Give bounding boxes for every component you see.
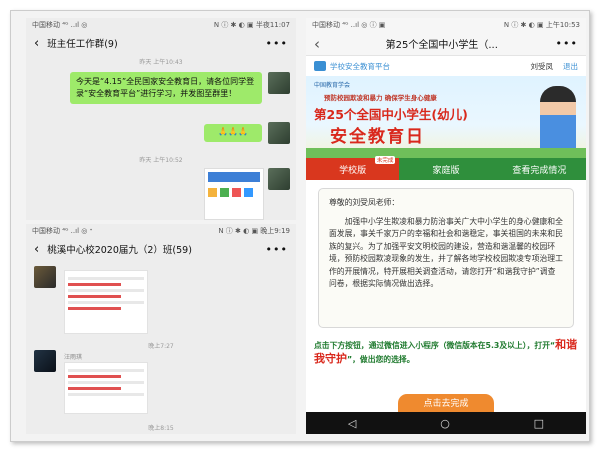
android-nav-bar: ◁ ○ □ xyxy=(306,412,586,434)
tab-completion[interactable]: 查看完成情况 xyxy=(492,158,586,180)
back-icon[interactable]: ‹ xyxy=(314,35,320,53)
homework-image[interactable] xyxy=(64,270,148,334)
banner-title-2: 安全教育日 xyxy=(330,127,425,147)
more-icon[interactable]: ••• xyxy=(556,37,578,50)
status-right: N ⓘ ✱ ◐ ▣ 上午10:53 xyxy=(503,21,580,29)
page-header: ‹ 第25个全国中小学生（... ••• xyxy=(306,32,586,56)
chat-panel-teachers: 中国移动 ⁴ᴳ ..ıl ◎ N ⓘ ✱ ◐ ▣ 半夜11:07 ‹ 班主任工作… xyxy=(26,18,296,220)
tab-school[interactable]: 学校版 未完成 xyxy=(306,156,400,180)
banner-title: 第25个全国中小学生(幼儿) xyxy=(314,107,468,122)
status-right: N ⓘ ✱ ◐ ▣ 晚上9:19 xyxy=(218,227,290,235)
banner-ground xyxy=(306,148,586,158)
avatar[interactable] xyxy=(34,350,56,372)
chat-header: ‹ 桃溪中心校2020届九（2）班(59) ••• xyxy=(26,238,296,260)
screenshot-image[interactable] xyxy=(204,168,264,220)
banner: 中国教育学会 预防校园欺凌和暴力 确保学生身心健康 第25个全国中小学生(幼儿)… xyxy=(306,76,586,158)
image-banner xyxy=(208,172,260,182)
avatar[interactable] xyxy=(34,266,56,288)
more-icon[interactable]: ••• xyxy=(266,243,288,256)
more-icon[interactable]: ••• xyxy=(266,37,288,50)
chat-title: 班主任工作群(9) xyxy=(47,39,118,50)
sender-name: 汪雨琪 xyxy=(64,354,83,361)
letter-body: 加强中小学生欺凌和暴力防治事关广大中小学生的身心健康和全面发展，事关千家万户的幸… xyxy=(329,216,563,289)
message-time: 昨天 上午10:43 xyxy=(139,59,183,66)
home-nav-icon[interactable]: ○ xyxy=(440,417,450,430)
chat-message[interactable]: 今天是“4.15”全民国家安全教育日，请各位同学登录“安全教育平台”进行学习，并… xyxy=(70,72,262,104)
platform-bar: 学校安全教育平台 刘受凤 退出 xyxy=(306,56,586,76)
image-icons xyxy=(205,185,263,200)
logout-link[interactable]: 退出 xyxy=(563,61,578,72)
incomplete-badge: 未完成 xyxy=(374,156,396,164)
message-time: 晚上7:27 xyxy=(148,343,174,350)
status-bar: 中国移动 ⁴ᴳ ..ıl ◎ ⓘ ▣ N ⓘ ✱ ◐ ▣ 上午10:53 xyxy=(306,18,586,32)
back-nav-icon[interactable]: ◁ xyxy=(348,417,356,430)
back-icon[interactable]: ‹ xyxy=(34,242,39,257)
recents-nav-icon[interactable]: □ xyxy=(534,417,544,430)
emoji-message[interactable]: 🙏🙏🙏 xyxy=(204,124,262,142)
status-bar: 中国移动 ⁴ᴳ ..ıl ◎ ᐩ N ⓘ ✱ ◐ ▣ 晚上9:19 xyxy=(26,224,296,238)
platform-name: 学校安全教育平台 xyxy=(330,61,390,71)
instruction-text: 点击下方按钮，通过微信进入小程序（微信版本在5.3及以上），打开“和谐我守护”，… xyxy=(314,338,578,366)
avatar[interactable] xyxy=(268,168,290,190)
homework-image[interactable] xyxy=(64,362,148,414)
chat-panel-class: 中国移动 ⁴ᴳ ..ıl ◎ ᐩ N ⓘ ✱ ◐ ▣ 晚上9:19 ‹ 桃溪中心… xyxy=(26,224,296,434)
instruction-suffix: ”，做出您的选择。 xyxy=(347,355,415,364)
message-time: 晚上8:15 xyxy=(148,425,174,432)
carrier-text: 中国移动 ⁴ᴳ ..ıl ◎ ⓘ ▣ xyxy=(312,21,386,29)
platform-logo-icon xyxy=(314,61,326,71)
message-time: 昨天 上午10:52 xyxy=(139,157,183,164)
user-name: 刘受凤 xyxy=(530,61,554,71)
education-page-panel: 中国移动 ⁴ᴳ ..ıl ◎ ⓘ ▣ N ⓘ ✱ ◐ ▣ 上午10:53 ‹ 第… xyxy=(306,18,586,434)
carrier-text: 中国移动 ⁴ᴳ ..ıl ◎ xyxy=(32,21,88,29)
version-tabs: 学校版 未完成 家庭版 查看完成情况 xyxy=(306,156,586,180)
chat-header: ‹ 班主任工作群(9) ••• xyxy=(26,32,296,54)
tab-family[interactable]: 家庭版 xyxy=(399,158,493,180)
complete-button[interactable]: 点击去完成 xyxy=(398,394,494,412)
status-bar: 中国移动 ⁴ᴳ ..ıl ◎ N ⓘ ✱ ◐ ▣ 半夜11:07 xyxy=(26,18,296,32)
page-title: 第25个全国中小学生（... xyxy=(385,40,498,51)
letter-greeting: 尊敬的刘受凤老师： xyxy=(329,198,400,207)
chat-title: 桃溪中心校2020届九（2）班(59) xyxy=(47,245,192,256)
instruction-prefix: 点击下方按钮，通过微信进入小程序（微信版本在5.3及以上），打开“ xyxy=(314,341,556,350)
status-right: N ⓘ ✱ ◐ ▣ 半夜11:07 xyxy=(213,21,290,29)
carrier-text: 中国移动 ⁴ᴳ ..ıl ◎ ᐩ xyxy=(32,227,93,235)
banner-slogan: 预防校园欺凌和暴力 确保学生身心健康 xyxy=(324,94,437,102)
banner-org: 中国教育学会 xyxy=(314,82,351,89)
avatar[interactable] xyxy=(268,72,290,94)
letter-card: 尊敬的刘受凤老师： 加强中小学生欺凌和暴力防治事关广大中小学生的身心健康和全面发… xyxy=(318,188,574,328)
back-icon[interactable]: ‹ xyxy=(34,36,39,51)
avatar[interactable] xyxy=(268,122,290,144)
